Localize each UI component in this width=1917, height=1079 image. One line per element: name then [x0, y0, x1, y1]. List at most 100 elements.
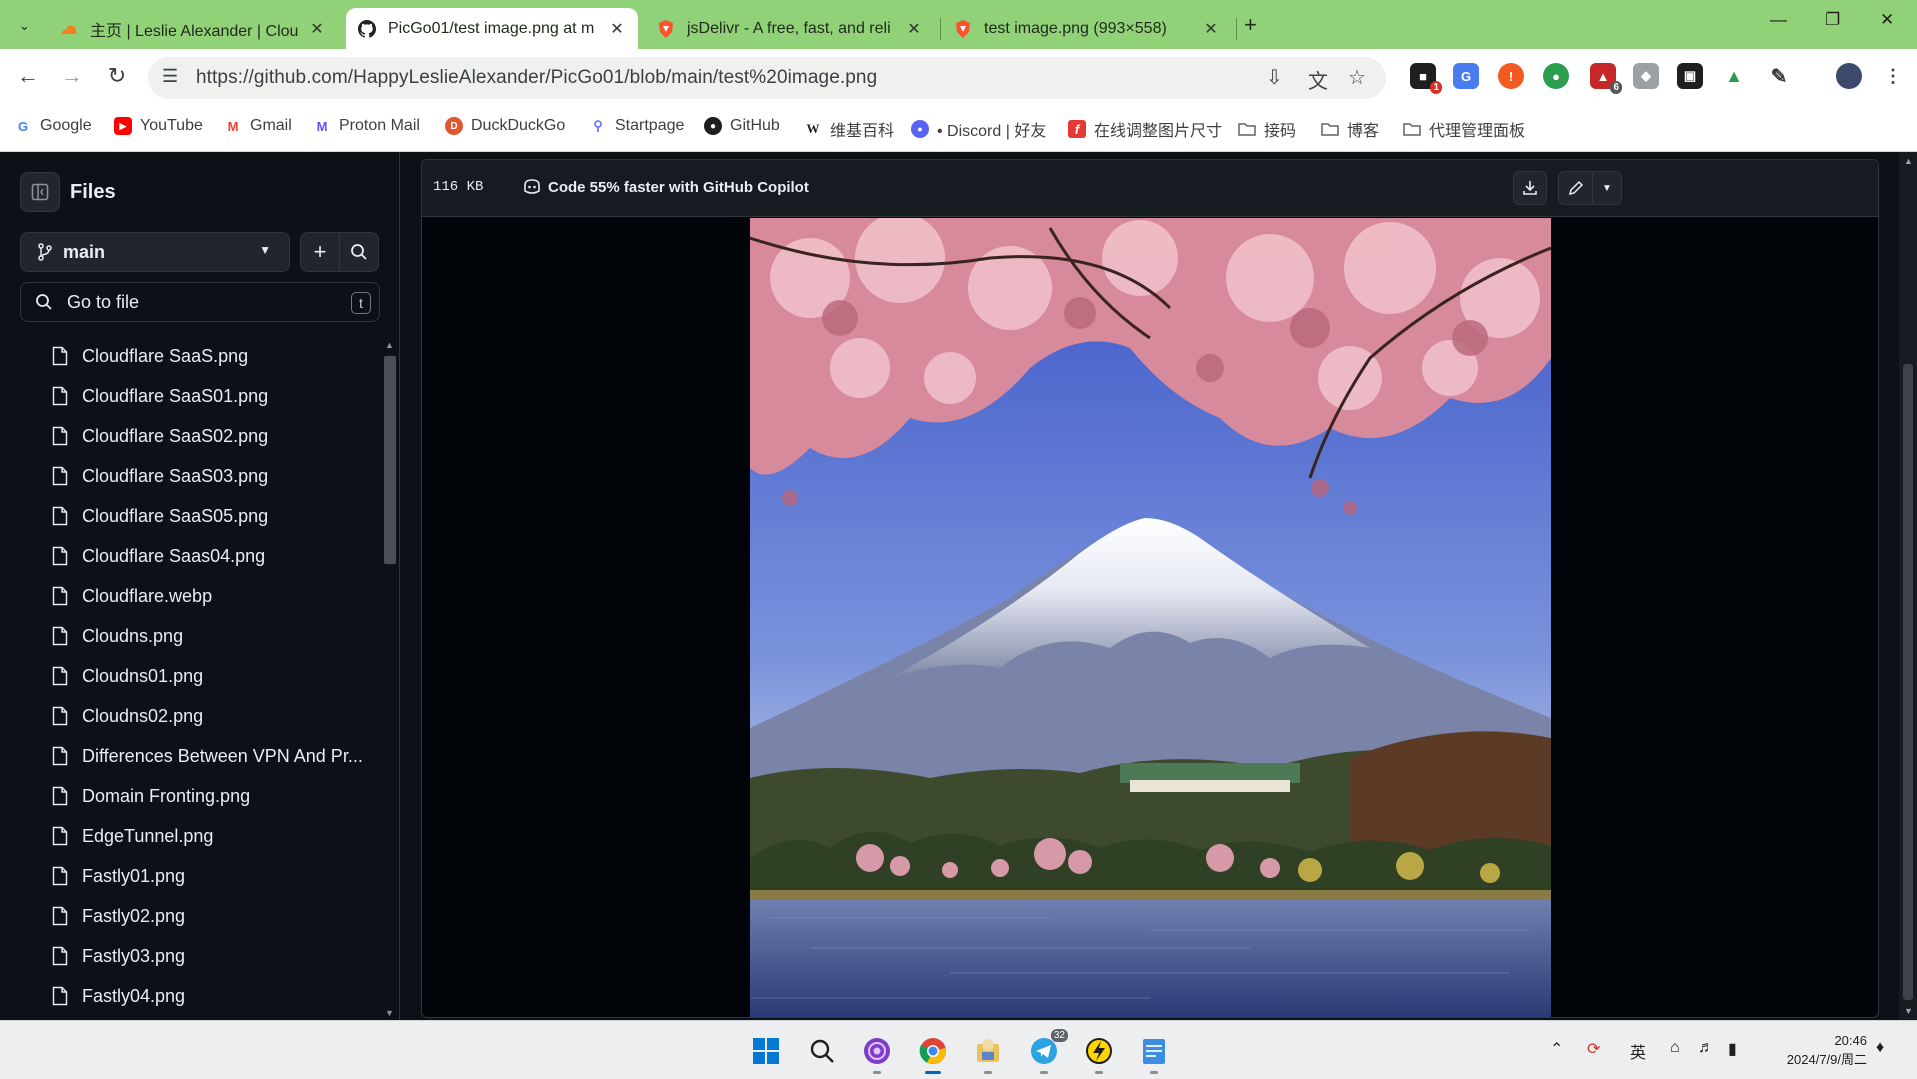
scroll-down-icon[interactable]: ▼ — [1904, 1006, 1913, 1016]
file-name: Cloudns02.png — [82, 705, 204, 726]
window-close-button[interactable]: ✕ — [1880, 10, 1894, 30]
extension-icon[interactable]: ■ 1 — [1410, 63, 1442, 94]
menu-kebab-icon[interactable]: ⋮ — [1880, 63, 1906, 89]
sync-icon[interactable]: ⟳ — [1587, 1039, 1600, 1059]
bookmark-folder-proxy[interactable]: 代理管理面板 — [1403, 117, 1525, 141]
notepad-taskbar-button[interactable] — [1134, 1031, 1174, 1074]
bookmark-gmail[interactable]: M Gmail — [224, 117, 292, 135]
ime-indicator[interactable]: 英 — [1630, 1039, 1646, 1063]
reload-button[interactable]: ↻ — [102, 63, 132, 89]
scroll-up-icon[interactable]: ▲ — [1904, 156, 1913, 166]
bookmark-star-icon[interactable]: ☆ — [1348, 65, 1366, 90]
bookmark-github[interactable]: ● GitHub — [704, 117, 780, 135]
file-tree-item[interactable]: Cloudflare SaaS02.png — [0, 416, 378, 456]
file-tree-item[interactable]: Fastly02.png — [0, 896, 378, 936]
close-icon[interactable]: ✕ — [1202, 19, 1220, 39]
wifi-icon[interactable]: ⌂ — [1670, 1039, 1680, 1057]
file-tree-item[interactable]: EdgeTunnel.png — [0, 816, 378, 856]
file-tree-item[interactable]: Cloudns02.png — [0, 696, 378, 736]
bookmark-wikipedia[interactable]: W 维基百科 — [804, 117, 895, 141]
battery-icon[interactable]: ▮ — [1728, 1039, 1737, 1059]
puzzle-extensions-icon[interactable]: ✎ — [1766, 63, 1792, 89]
forward-button[interactable]: → — [57, 63, 87, 89]
bookmark-discord[interactable]: ● • Discord | 好友 — [911, 117, 1046, 141]
tab-search-button[interactable]: ⌄ — [10, 11, 39, 40]
file-tree-item[interactable]: Domain Fronting.png — [0, 776, 378, 816]
page-scrollbar[interactable]: ▲ ▼ — [1899, 152, 1917, 1020]
more-edit-options-button[interactable]: ▼ — [1592, 171, 1622, 205]
tab-github-active[interactable]: PicGo01/test image.png at m ✕ — [346, 8, 638, 49]
file-tree-item[interactable]: Differences Between VPN And Pr... — [0, 736, 378, 776]
start-button[interactable] — [746, 1031, 786, 1071]
privacy-extension-icon[interactable]: ◆ — [1633, 63, 1659, 89]
tab-jsdelivr[interactable]: jsDelivr - A free, fast, and reli ✕ — [645, 8, 935, 49]
volume-icon[interactable]: ♬ — [1698, 1039, 1714, 1057]
file-explorer-button[interactable] — [968, 1031, 1008, 1074]
scrollbar-thumb[interactable] — [1903, 364, 1913, 1000]
file-tree-item[interactable]: Fastly04.png — [0, 976, 378, 1016]
bookmark-proton-mail[interactable]: M Proton Mail — [313, 117, 420, 135]
collapse-sidebar-button[interactable] — [20, 172, 60, 212]
install-app-icon[interactable]: ⇩ — [1266, 65, 1283, 90]
site-info-icon[interactable]: ☰ — [162, 66, 178, 87]
add-file-button[interactable]: + — [300, 232, 340, 272]
minimize-button[interactable]: — — [1770, 10, 1787, 30]
bookmark-youtube[interactable]: ▶ YouTube — [114, 117, 203, 135]
tab-cloudflare[interactable]: 主页 | Leslie Alexander | Clou ✕ — [48, 8, 338, 49]
branch-selector[interactable]: main ▼ — [20, 232, 290, 272]
scroll-up-icon[interactable]: ▲ — [385, 340, 394, 350]
translate-extension-icon[interactable]: G — [1453, 63, 1479, 89]
bookmark-google[interactable]: G Google — [14, 117, 92, 135]
bookmark-resize[interactable]: f 在线调整图片尺寸 — [1068, 117, 1222, 141]
scroll-down-icon[interactable]: ▼ — [385, 1008, 394, 1018]
chevron-up-icon[interactable]: ⌃ — [1550, 1039, 1563, 1059]
tree-extension-icon[interactable]: ▲ — [1721, 63, 1747, 89]
bookmark-folder-blog[interactable]: 博客 — [1321, 117, 1379, 141]
file-list-scrollbar[interactable]: ▲ ▼ — [382, 338, 398, 1020]
file-tree-item[interactable]: Cloudflare SaaS01.png — [0, 376, 378, 416]
scrollbar-thumb[interactable] — [384, 356, 396, 564]
files-heading: Files — [70, 181, 116, 203]
globe-extension-icon[interactable]: ● — [1543, 63, 1569, 89]
tab-test-image[interactable]: test image.png (993×558) ✕ — [942, 8, 1232, 49]
file-tree-item[interactable]: Cloudflare SaaS.png — [0, 336, 378, 376]
new-tab-button[interactable]: + — [1244, 12, 1257, 38]
notification-bell-icon[interactable]: ♦ — [1876, 1039, 1884, 1057]
bookmark-folder-jiema[interactable]: 接码 — [1238, 117, 1296, 141]
tor-browser-button[interactable] — [857, 1031, 897, 1074]
startpage-icon: ⚲ — [593, 118, 603, 133]
shield-extension-icon[interactable]: ▲ 6 — [1590, 63, 1622, 94]
file-tree-item[interactable]: Cloudflare.webp — [0, 576, 378, 616]
back-button[interactable]: ← — [13, 63, 43, 89]
close-icon[interactable]: ✕ — [905, 19, 923, 39]
copilot-promo-link[interactable]: Code 55% faster with GitHub Copilot — [522, 178, 809, 196]
file-tree-item[interactable]: Cloudflare SaaS05.png — [0, 496, 378, 536]
download-raw-button[interactable] — [1513, 171, 1547, 205]
translate-icon[interactable]: 文 — [1308, 65, 1328, 94]
bookmark-duckduckgo[interactable]: D DuckDuckGo — [445, 117, 565, 135]
clock[interactable]: 20:46 2024/7/9/周二 — [1787, 1031, 1867, 1069]
file-tree-item[interactable]: Fastly01.png — [0, 856, 378, 896]
dice-extension-icon[interactable]: ▣ — [1677, 63, 1703, 89]
adblock-extension-icon[interactable]: ! — [1498, 63, 1524, 89]
edit-file-button[interactable] — [1558, 171, 1593, 205]
telegram-taskbar-button[interactable]: 32 — [1024, 1029, 1068, 1074]
search-taskbar-button[interactable] — [802, 1031, 842, 1071]
file-tree-item[interactable]: Cloudns.png — [0, 616, 378, 656]
file-tree-item[interactable]: Fastly03.png — [0, 936, 378, 976]
search-button[interactable] — [339, 232, 379, 272]
url-text[interactable]: https://github.com/HappyLeslieAlexander/… — [196, 67, 877, 89]
keyboard-shortcut-hint: t — [351, 292, 371, 314]
file-tree-item[interactable]: Cloudflare SaaS03.png — [0, 456, 378, 496]
bookmark-startpage[interactable]: ⚲ Startpage — [589, 117, 684, 135]
close-icon[interactable]: ✕ — [308, 19, 326, 39]
restore-button[interactable]: ❐ — [1825, 10, 1840, 30]
profile-avatar[interactable] — [1836, 63, 1862, 89]
go-to-file-input[interactable]: Go to file t — [20, 282, 380, 322]
tool-taskbar-button[interactable] — [1079, 1031, 1119, 1074]
chrome-taskbar-button[interactable] — [913, 1031, 953, 1074]
file-tree-item[interactable]: Cloudns01.png — [0, 656, 378, 696]
address-bar[interactable]: ☰ https://github.com/HappyLeslieAlexande… — [148, 57, 1386, 99]
close-icon[interactable]: ✕ — [608, 19, 626, 39]
file-tree-item[interactable]: Cloudflare Saas04.png — [0, 536, 378, 576]
